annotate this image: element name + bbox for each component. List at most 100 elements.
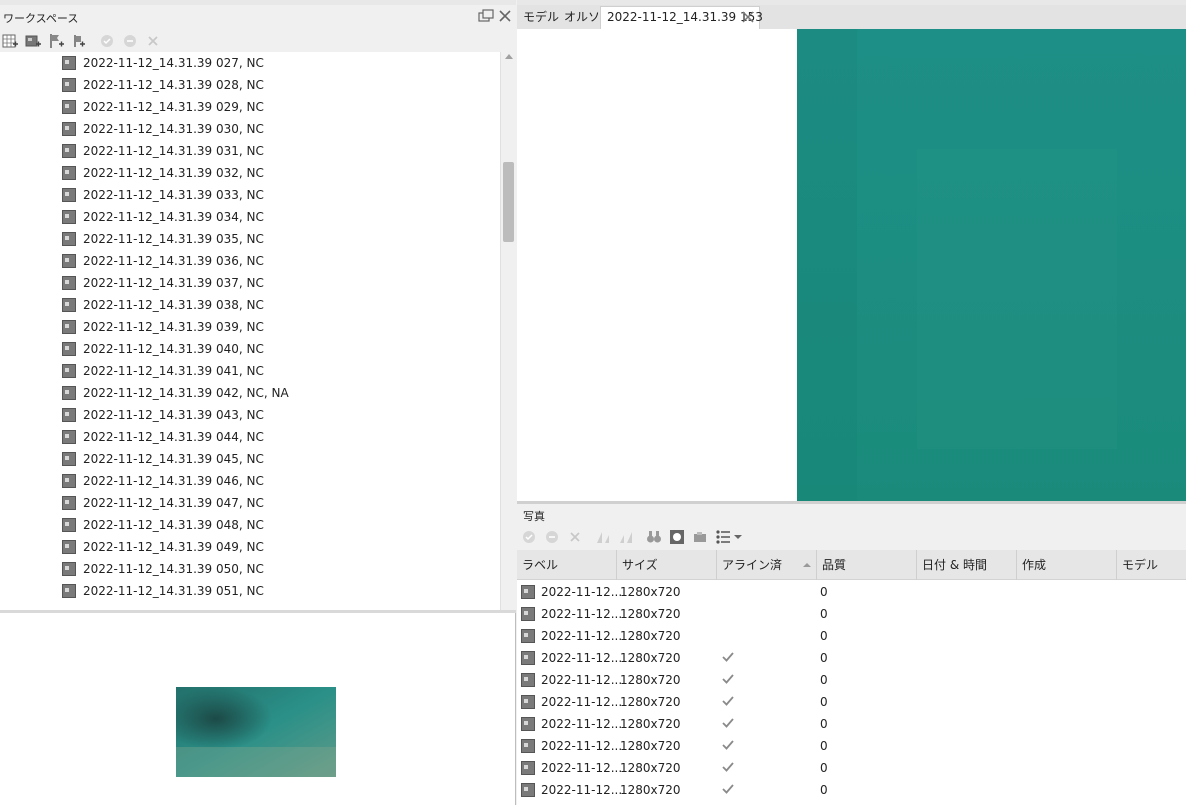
photo-icon bbox=[62, 210, 76, 224]
check-icon bbox=[722, 652, 734, 662]
list-item[interactable]: 2022-11-12_14.31.39 039, NC bbox=[0, 316, 500, 338]
list-item[interactable]: 2022-11-12_14.31.39 031, NC bbox=[0, 140, 500, 162]
photo-viewer: モデル オルソ 2022-11-12_14.31.39 153 bbox=[517, 0, 1186, 501]
photo-icon bbox=[521, 717, 535, 731]
list-item[interactable]: 2022-11-12_14.31.39 046, NC bbox=[0, 470, 500, 492]
column-make[interactable]: 作成 bbox=[1017, 550, 1117, 580]
list-item[interactable]: 2022-11-12_14.31.39 049, NC bbox=[0, 536, 500, 558]
photo-icon bbox=[62, 298, 76, 312]
photo-preview-panel bbox=[0, 613, 516, 805]
list-item[interactable]: 2022-11-12_14.31.39 041, NC bbox=[0, 360, 500, 382]
list-item[interactable]: 2022-11-12_14.31.39 044, NC bbox=[0, 426, 500, 448]
list-item[interactable]: 2022-11-12_14.31.39 034, NC bbox=[0, 206, 500, 228]
list-item[interactable]: 2022-11-12_14.31.39 047, NC bbox=[0, 492, 500, 514]
list-item[interactable]: 2022-11-12_14.31.39 035, NC bbox=[0, 228, 500, 250]
column-quality[interactable]: 品質 bbox=[817, 550, 917, 580]
list-item[interactable]: 2022-11-12_14.31.39 050, NC bbox=[0, 558, 500, 580]
table-row[interactable]: 2022-11-12... 1280x720 0 bbox=[517, 757, 1186, 779]
list-item[interactable]: 2022-11-12_14.31.39 036, NC bbox=[0, 250, 500, 272]
rotate-right-icon[interactable] bbox=[618, 529, 634, 545]
list-item[interactable]: 2022-11-12_14.31.39 038, NC bbox=[0, 294, 500, 316]
close-icon[interactable] bbox=[497, 8, 513, 24]
table-row[interactable]: 2022-11-12... 1280x720 0 bbox=[517, 625, 1186, 647]
disable-icon[interactable] bbox=[544, 529, 560, 545]
remove-icon[interactable] bbox=[567, 529, 583, 545]
workspace-toolbar bbox=[0, 30, 516, 52]
workspace-scrollbar[interactable] bbox=[500, 52, 516, 610]
add-chunk-icon[interactable] bbox=[2, 33, 18, 49]
list-item[interactable]: 2022-11-12_14.31.39 051, NC bbox=[0, 580, 500, 602]
photo-icon bbox=[62, 562, 76, 576]
list-item[interactable]: 2022-11-12_14.31.39 030, NC bbox=[0, 118, 500, 140]
tab-photo[interactable]: 2022-11-12_14.31.39 153 bbox=[600, 6, 763, 29]
list-item[interactable]: 2022-11-12_14.31.39 037, NC bbox=[0, 272, 500, 294]
rotate-left-icon[interactable] bbox=[595, 529, 611, 545]
photo-icon bbox=[62, 342, 76, 356]
list-item[interactable]: 2022-11-12_14.31.39 029, NC bbox=[0, 96, 500, 118]
remove-icon[interactable] bbox=[145, 33, 161, 49]
photo-icon bbox=[521, 651, 535, 665]
enable-icon[interactable] bbox=[99, 33, 115, 49]
photo-image bbox=[797, 29, 1186, 501]
list-item[interactable]: 2022-11-12_14.31.39 028, NC bbox=[0, 74, 500, 96]
photo-icon bbox=[62, 386, 76, 400]
list-item[interactable]: 2022-11-12_14.31.39 033, NC bbox=[0, 184, 500, 206]
list-item[interactable]: 2022-11-12_14.31.39 027, NC bbox=[0, 52, 500, 74]
close-icon[interactable] bbox=[741, 10, 755, 24]
photo-icon bbox=[521, 629, 535, 643]
view-tabs: モデル オルソ 2022-11-12_14.31.39 153 bbox=[517, 0, 1186, 29]
enable-icon[interactable] bbox=[521, 529, 537, 545]
list-item[interactable]: 2022-11-12_14.31.39 042, NC, NA bbox=[0, 382, 500, 404]
check-icon bbox=[722, 784, 734, 794]
list-item[interactable]: 2022-11-12_14.31.39 045, NC bbox=[0, 448, 500, 470]
table-row[interactable]: 2022-11-12... 1280x720 0 bbox=[517, 581, 1186, 603]
column-label[interactable]: ラベル bbox=[517, 550, 617, 580]
photo-icon bbox=[62, 320, 76, 334]
photo-icon bbox=[62, 408, 76, 422]
preview-thumbnail bbox=[176, 687, 336, 777]
photo-icon bbox=[62, 78, 76, 92]
photos-header: 写真 bbox=[517, 504, 1186, 526]
table-row[interactable]: 2022-11-12... 1280x720 0 bbox=[517, 691, 1186, 713]
chevron-down-icon[interactable] bbox=[733, 529, 743, 545]
disable-icon[interactable] bbox=[122, 33, 138, 49]
camera-icon[interactable] bbox=[692, 529, 708, 545]
photos-table-header: ラベル サイズ アライン済 品質 日付 & 時間 作成 モデル bbox=[517, 550, 1186, 580]
list-item[interactable]: 2022-11-12_14.31.39 032, NC bbox=[0, 162, 500, 184]
add-marker-icon[interactable] bbox=[48, 33, 64, 49]
table-row[interactable]: 2022-11-12... 1280x720 0 bbox=[517, 779, 1186, 801]
scrollbar-thumb[interactable] bbox=[503, 162, 514, 242]
tab-photo-label: 2022-11-12_14.31.39 153 bbox=[607, 10, 763, 24]
list-item[interactable]: 2022-11-12_14.31.39 048, NC bbox=[0, 514, 500, 536]
list-view-icon[interactable] bbox=[715, 529, 731, 545]
table-row[interactable]: 2022-11-12... 1280x720 0 bbox=[517, 669, 1186, 691]
table-row[interactable]: 2022-11-12... 1280x720 0 bbox=[517, 713, 1186, 735]
photo-icon bbox=[62, 452, 76, 466]
table-row[interactable]: 2022-11-12... 1280x720 0 bbox=[517, 603, 1186, 625]
column-aligned[interactable]: アライン済 bbox=[717, 550, 817, 580]
list-item[interactable]: 2022-11-12_14.31.39 043, NC bbox=[0, 404, 500, 426]
check-icon bbox=[722, 696, 734, 706]
photos-title: 写真 bbox=[523, 510, 545, 523]
workspace-tree[interactable]: 2022-11-12_14.31.39 027, NC 2022-11-12_1… bbox=[0, 52, 500, 610]
photo-icon bbox=[62, 56, 76, 70]
sort-ascending-icon bbox=[803, 563, 811, 567]
check-icon bbox=[722, 740, 734, 750]
viewer-canvas[interactable] bbox=[517, 29, 1186, 501]
column-datetime[interactable]: 日付 & 時間 bbox=[917, 550, 1017, 580]
table-row[interactable]: 2022-11-12... 1280x720 0 bbox=[517, 647, 1186, 669]
column-model[interactable]: モデル bbox=[1117, 550, 1186, 580]
photo-icon bbox=[62, 188, 76, 202]
list-item[interactable]: 2022-11-12_14.31.39 040, NC bbox=[0, 338, 500, 360]
scroll-up-icon[interactable] bbox=[505, 54, 513, 59]
add-photos-icon[interactable] bbox=[25, 33, 41, 49]
column-size[interactable]: サイズ bbox=[617, 550, 717, 580]
table-row[interactable]: 2022-11-12... 1280x720 0 bbox=[517, 735, 1186, 757]
float-window-icon[interactable] bbox=[478, 9, 494, 23]
binoculars-icon[interactable] bbox=[646, 529, 662, 545]
add-folder-icon[interactable] bbox=[71, 33, 87, 49]
check-icon bbox=[722, 674, 734, 684]
mask-icon[interactable] bbox=[669, 529, 685, 545]
photo-icon bbox=[62, 584, 76, 598]
photo-icon bbox=[62, 232, 76, 246]
